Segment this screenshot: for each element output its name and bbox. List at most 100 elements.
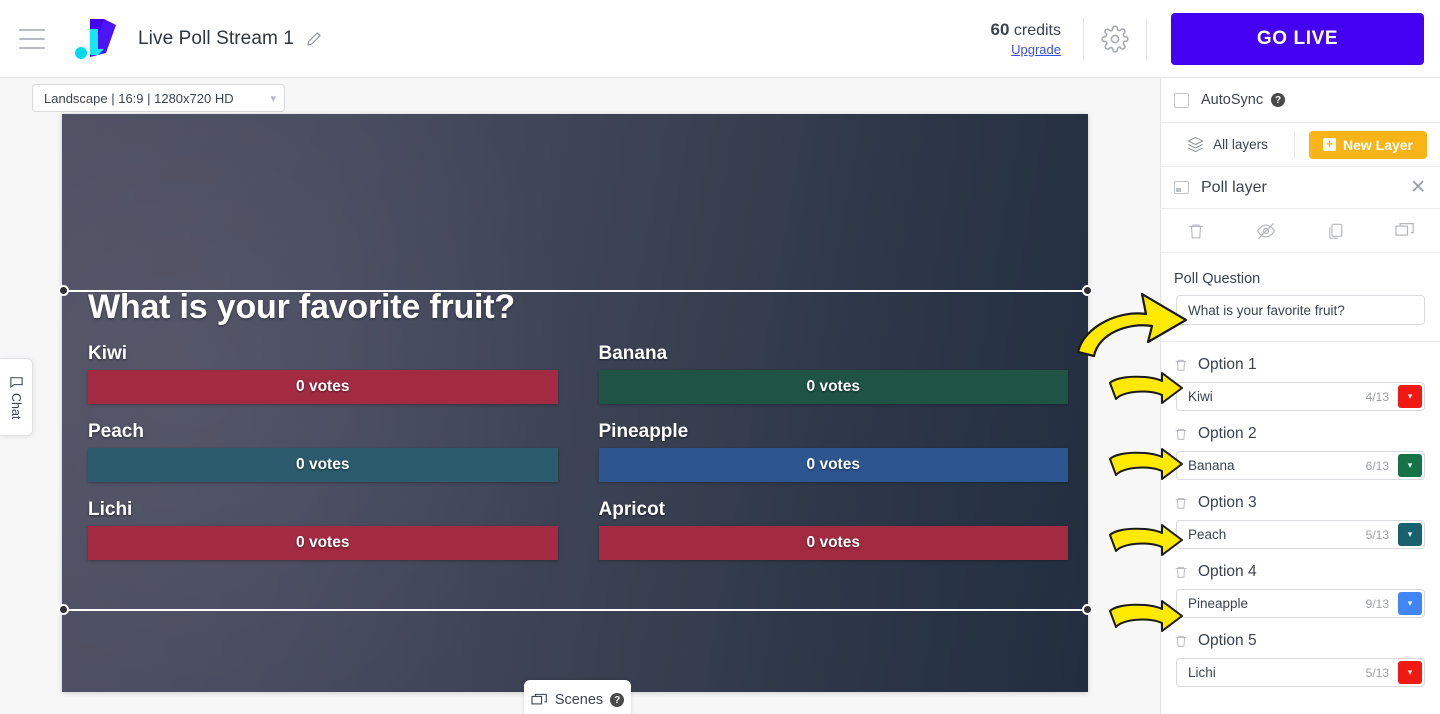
option-5-name[interactable]: Lichi	[1188, 665, 1216, 680]
layer-thumbnail-icon	[1174, 181, 1189, 194]
poll-option-bar: 0 votes	[88, 448, 558, 482]
right-sidebar: AutoSync ? All layers + New Layer Poll l…	[1160, 78, 1440, 714]
option-5-count: 5/13	[1365, 665, 1389, 680]
option-5-header: Option 5	[1161, 632, 1440, 650]
duplicate-layer-icon[interactable]	[1301, 222, 1371, 240]
option-4-name[interactable]: Pineapple	[1188, 596, 1248, 611]
poll-question-input[interactable]: What is your favorite fruit?	[1176, 295, 1425, 325]
help-icon[interactable]: ?	[610, 693, 625, 707]
layer-title: Poll layer	[1201, 178, 1267, 196]
upgrade-link[interactable]: Upgrade	[991, 42, 1061, 57]
stage-canvas[interactable]: What is your favorite fruit? Kiwi 0 vote…	[62, 114, 1088, 692]
poll-option-kiwi: Kiwi 0 votes	[88, 343, 558, 413]
option-1-count: 4/13	[1365, 389, 1389, 404]
poll-option-label: Apricot	[598, 499, 666, 520]
poll-option-bar: 0 votes	[88, 526, 558, 560]
option-3-name[interactable]: Peach	[1188, 527, 1226, 542]
option-4-color-swatch[interactable]: ▾	[1398, 592, 1422, 615]
scenes-button[interactable]: Scenes ?	[524, 680, 631, 714]
poll-option-banana: Banana 0 votes	[598, 343, 1068, 413]
option-3-color-swatch[interactable]: ▾	[1398, 523, 1422, 546]
poll-option-label: Pineapple	[598, 421, 689, 442]
autosync-checkbox[interactable]	[1174, 92, 1189, 108]
trash-icon[interactable]	[1174, 358, 1188, 372]
close-icon[interactable]: ✕	[1410, 178, 1426, 197]
option-4-header: Option 4	[1161, 563, 1440, 581]
option-1-name[interactable]: Kiwi	[1188, 389, 1213, 404]
poll-option-pineapple: Pineapple 0 votes	[598, 421, 1068, 491]
selection-handle-top-right[interactable]	[1082, 285, 1093, 296]
poll-option-peach: Peach 0 votes	[88, 421, 558, 491]
option-5-color-swatch[interactable]: ▾	[1398, 661, 1422, 684]
chat-tab-label: Chat	[9, 393, 23, 420]
option-2-name[interactable]: Banana	[1188, 458, 1235, 473]
credits-value: 60	[990, 20, 1010, 39]
poll-overlay: What is your favorite fruit? Kiwi 0 vote…	[88, 288, 1068, 569]
option-1-color-swatch[interactable]: ▾	[1398, 385, 1422, 408]
poll-option-bar: 0 votes	[598, 370, 1068, 404]
credits-block: 60 credits Upgrade	[991, 20, 1084, 57]
gear-icon[interactable]	[1084, 24, 1146, 53]
top-header: Live Poll Stream 1 60 credits Upgrade GO…	[0, 0, 1440, 78]
plus-icon: +	[1322, 138, 1336, 151]
option-1-row[interactable]: Kiwi 4/13 ▾	[1176, 382, 1425, 411]
header-divider-2	[1146, 17, 1147, 60]
option-1-header: Option 1	[1161, 356, 1440, 374]
option-5-row[interactable]: Lichi 5/13 ▾	[1176, 658, 1425, 687]
poll-option-bar: 0 votes	[598, 448, 1068, 482]
option-5-heading: Option 5	[1198, 632, 1257, 649]
sidebar-divider	[1161, 341, 1440, 342]
selection-top-edge	[63, 290, 1088, 292]
poll-layer-header: Poll layer ✕	[1161, 167, 1440, 209]
trash-icon[interactable]	[1174, 496, 1188, 510]
delete-layer-icon[interactable]	[1161, 222, 1231, 240]
option-4-count: 9/13	[1365, 596, 1389, 611]
layers-icon	[1187, 136, 1204, 153]
aspect-ratio-value: Landscape | 16:9 | 1280x720 HD	[44, 90, 234, 106]
trash-icon[interactable]	[1174, 427, 1188, 441]
aspect-ratio-select[interactable]: Landscape | 16:9 | 1280x720 HD ▾	[32, 84, 285, 112]
trash-icon[interactable]	[1174, 565, 1188, 579]
hide-layer-icon[interactable]	[1231, 221, 1301, 241]
autosync-row: AutoSync ?	[1161, 78, 1440, 123]
go-live-button[interactable]: GO LIVE	[1171, 12, 1424, 65]
header-right-group: 60 credits Upgrade GO LIVE	[991, 0, 1440, 77]
poll-option-label: Lichi	[88, 499, 133, 520]
app-root: Live Poll Stream 1 60 credits Upgrade GO…	[0, 0, 1440, 714]
selection-handle-bottom-left[interactable]	[58, 604, 69, 615]
option-2-row[interactable]: Banana 6/13 ▾	[1176, 451, 1425, 480]
option-4-row[interactable]: Pineapple 9/13 ▾	[1176, 589, 1425, 618]
poll-option-bar: 0 votes	[88, 370, 558, 404]
option-3-header: Option 3	[1161, 494, 1440, 512]
poll-option-bar: 0 votes	[598, 526, 1068, 560]
chat-bubble-icon	[9, 377, 23, 389]
layer-tools-row	[1161, 209, 1440, 253]
option-3-heading: Option 3	[1198, 494, 1257, 511]
poll-option-apricot: Apricot 0 votes	[598, 499, 1068, 569]
send-to-scene-icon[interactable]	[1370, 222, 1440, 240]
option-3-count: 5/13	[1365, 527, 1389, 542]
page-title: Live Poll Stream 1	[138, 27, 294, 49]
poll-options-grid: Kiwi 0 votes Banana 0 votes Peach 0 vote…	[88, 343, 1068, 569]
all-layers-button[interactable]: All layers	[1161, 136, 1294, 153]
selection-handle-top-left[interactable]	[58, 285, 69, 296]
credits-label: credits	[1013, 22, 1061, 39]
editor-area: Landscape | 16:9 | 1280x720 HD ▾ What is…	[0, 78, 1160, 714]
help-icon[interactable]: ?	[1271, 93, 1286, 107]
scenes-icon	[531, 693, 547, 704]
option-2-color-swatch[interactable]: ▾	[1398, 454, 1422, 477]
chevron-down-icon: ▾	[270, 92, 276, 105]
pencil-icon[interactable]	[306, 31, 322, 47]
brand-logo[interactable]	[70, 15, 120, 63]
poll-option-label: Kiwi	[88, 343, 128, 364]
chat-tab[interactable]: Chat	[0, 358, 33, 436]
option-3-row[interactable]: Peach 5/13 ▾	[1176, 520, 1425, 549]
new-layer-button[interactable]: + New Layer	[1309, 130, 1427, 159]
credits-amount: 60 credits	[991, 20, 1062, 40]
option-2-heading: Option 2	[1198, 425, 1257, 442]
trash-icon[interactable]	[1174, 634, 1188, 648]
layers-row: All layers + New Layer	[1161, 123, 1440, 167]
hamburger-icon[interactable]	[19, 28, 45, 49]
brand-logo-svg	[75, 18, 116, 59]
selection-handle-bottom-right[interactable]	[1082, 604, 1093, 615]
